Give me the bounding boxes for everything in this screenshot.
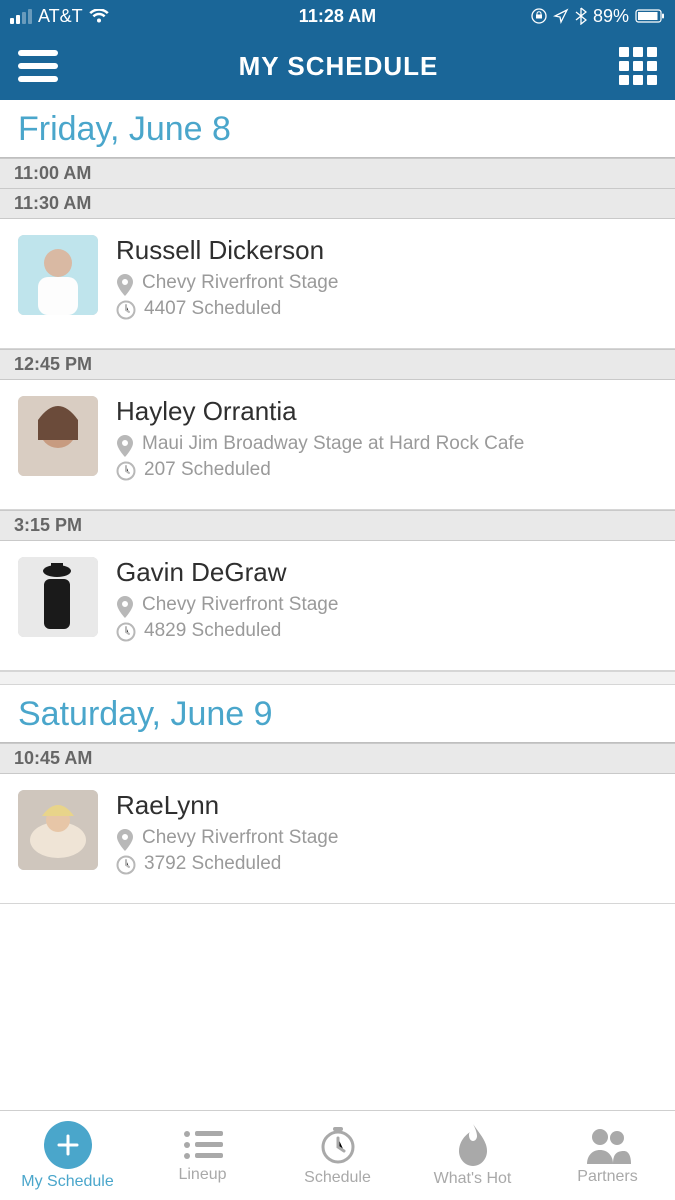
schedule-list[interactable]: Friday, June 8 11:00 AM 11:30 AM Russell…	[0, 100, 675, 1110]
location-pin-icon	[116, 435, 134, 457]
day-header: Saturday, June 9	[0, 685, 675, 743]
event-row[interactable]: Hayley Orrantia Maui Jim Broadway Stage …	[0, 380, 675, 510]
status-bar: AT&T 11:28 AM 89%	[0, 0, 675, 32]
event-row[interactable]: Gavin DeGraw Chevy Riverfront Stage 4829…	[0, 541, 675, 671]
tab-schedule[interactable]: Schedule	[270, 1111, 405, 1200]
orientation-lock-icon	[531, 8, 547, 24]
time-slot-header: 10:45 AM	[0, 743, 675, 774]
event-row[interactable]: RaeLynn Chevy Riverfront Stage 3792 Sche…	[0, 774, 675, 904]
location-pin-icon	[116, 596, 134, 618]
tab-bar: My Schedule Lineup Schedule What's Hot P…	[0, 1110, 675, 1200]
tab-label: What's Hot	[434, 1170, 512, 1188]
tab-whats-hot[interactable]: What's Hot	[405, 1111, 540, 1200]
battery-percent: 89%	[593, 6, 629, 27]
cell-signal-icon	[10, 9, 32, 24]
scheduled-count: 4829 Scheduled	[144, 620, 281, 642]
event-row[interactable]: Russell Dickerson Chevy Riverfront Stage…	[0, 219, 675, 349]
artist-name: Hayley Orrantia	[116, 396, 657, 427]
scheduled-count: 4407 Scheduled	[144, 298, 281, 320]
venue-label: Chevy Riverfront Stage	[142, 827, 338, 849]
bluetooth-icon	[575, 7, 587, 25]
venue-label: Chevy Riverfront Stage	[142, 594, 338, 616]
venue-label: Maui Jim Broadway Stage at Hard Rock Caf…	[142, 433, 524, 455]
location-arrow-icon	[553, 8, 569, 24]
artist-name: RaeLynn	[116, 790, 657, 821]
grid-view-button[interactable]	[619, 47, 657, 85]
artist-name: Gavin DeGraw	[116, 557, 657, 588]
wifi-icon	[89, 9, 109, 23]
clock-icon	[116, 855, 136, 875]
menu-button[interactable]	[18, 50, 58, 82]
time-slot-header: 11:00 AM	[0, 158, 675, 189]
plus-circle-icon	[44, 1121, 92, 1169]
scheduled-count: 3792 Scheduled	[144, 853, 281, 875]
page-title: MY SCHEDULE	[239, 51, 439, 82]
tab-label: My Schedule	[21, 1173, 114, 1191]
flame-icon	[456, 1124, 490, 1166]
artist-avatar	[18, 557, 98, 637]
artist-avatar	[18, 235, 98, 315]
app-header: MY SCHEDULE	[0, 32, 675, 100]
tab-label: Partners	[577, 1168, 637, 1186]
clock-icon	[318, 1125, 358, 1165]
tab-label: Lineup	[178, 1166, 226, 1184]
carrier-label: AT&T	[38, 6, 83, 27]
list-icon	[181, 1128, 225, 1162]
location-pin-icon	[116, 829, 134, 851]
tab-lineup[interactable]: Lineup	[135, 1111, 270, 1200]
tab-my-schedule[interactable]: My Schedule	[0, 1111, 135, 1200]
tab-label: Schedule	[304, 1169, 371, 1187]
time-slot-header: 3:15 PM	[0, 510, 675, 541]
time-slot-header: 11:30 AM	[0, 189, 675, 219]
battery-icon	[635, 9, 665, 23]
day-header: Friday, June 8	[0, 100, 675, 158]
location-pin-icon	[116, 274, 134, 296]
scheduled-count: 207 Scheduled	[144, 459, 271, 481]
venue-label: Chevy Riverfront Stage	[142, 272, 338, 294]
artist-name: Russell Dickerson	[116, 235, 657, 266]
section-gap	[0, 671, 675, 685]
tab-partners[interactable]: Partners	[540, 1111, 675, 1200]
clock-icon	[116, 461, 136, 481]
clock-icon	[116, 300, 136, 320]
artist-avatar	[18, 396, 98, 476]
artist-avatar	[18, 790, 98, 870]
status-time: 11:28 AM	[228, 6, 446, 27]
people-icon	[585, 1126, 631, 1164]
clock-icon	[116, 622, 136, 642]
time-slot-header: 12:45 PM	[0, 349, 675, 380]
